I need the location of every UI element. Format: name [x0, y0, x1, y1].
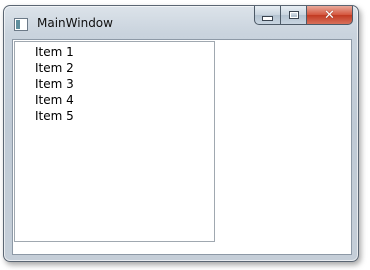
list-item[interactable]: Item 2: [35, 60, 74, 76]
maximize-icon: [288, 11, 299, 19]
list-item[interactable]: Item 1: [35, 44, 74, 60]
minimize-button[interactable]: [254, 6, 281, 25]
caption-buttons: ✕: [254, 6, 353, 25]
item-listbox[interactable]: Item 1 Item 2 Item 3 Item 4 Item 5: [14, 41, 215, 242]
main-window: MainWindow ✕ Item 1 Item 2 Item 3 Item 4…: [3, 5, 359, 262]
app-window-icon[interactable]: [14, 18, 28, 31]
close-button[interactable]: ✕: [307, 6, 353, 25]
close-icon: ✕: [324, 7, 335, 23]
title-bar[interactable]: MainWindow ✕: [4, 6, 358, 36]
app-icon-stripe: [16, 20, 20, 29]
minimize-icon: [262, 15, 273, 21]
list-item[interactable]: Item 4: [35, 92, 74, 108]
list-item[interactable]: Item 5: [35, 108, 74, 124]
window-title: MainWindow: [37, 16, 113, 30]
client-area: Item 1 Item 2 Item 3 Item 4 Item 5: [12, 39, 352, 255]
maximize-button[interactable]: [281, 6, 307, 25]
list-item[interactable]: Item 3: [35, 76, 74, 92]
